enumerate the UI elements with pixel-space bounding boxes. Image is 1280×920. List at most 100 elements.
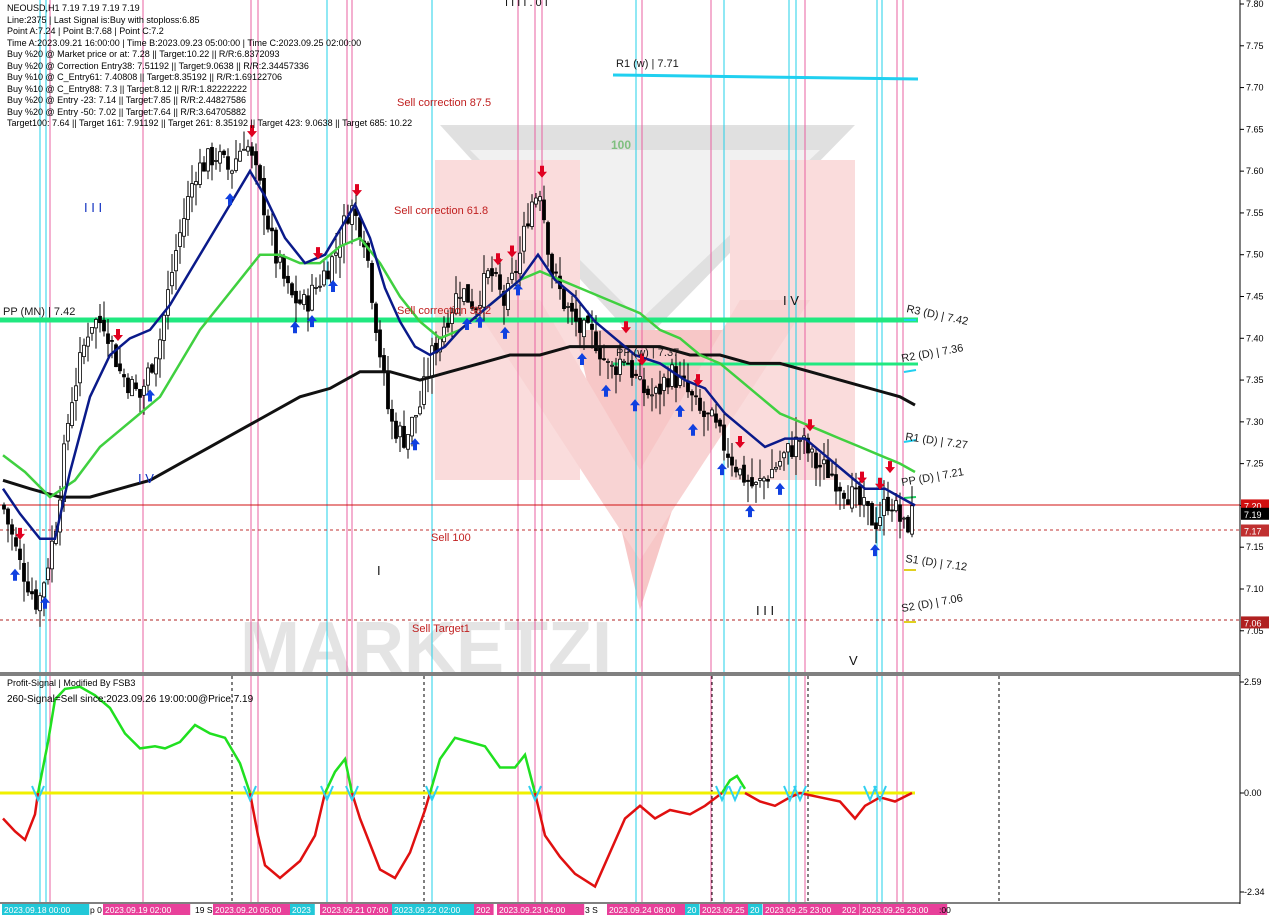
svg-text:2023.09.20 05:00: 2023.09.20 05:00 xyxy=(215,905,281,915)
price-tick: 7.80 xyxy=(1240,0,1264,9)
candle xyxy=(466,284,470,303)
svg-text:7.45: 7.45 xyxy=(1246,291,1264,301)
candle xyxy=(906,515,910,534)
time-axis-label: 19 S xyxy=(195,905,213,915)
time-axis-label: 202 xyxy=(474,904,494,915)
sell-100-label: Sell 100 xyxy=(431,532,471,544)
svg-text:7.80: 7.80 xyxy=(1246,0,1264,9)
time-axis-label: 2023.09.25 xyxy=(700,904,756,915)
time-axis-label: 3 S xyxy=(585,905,598,915)
price-tick: 7.35 xyxy=(1240,375,1264,385)
svg-text:2023.09.25: 2023.09.25 xyxy=(702,905,745,915)
wave-iv-label-right: I V xyxy=(783,293,799,308)
price-tick: 7.30 xyxy=(1240,417,1264,427)
price-axis[interactable]: 7.80 7.75 7.70 7.65 7.60 7.55 7.50 7.45 7.40 7.35… xyxy=(1240,0,1264,636)
indicator-tick: 0.00 xyxy=(1240,788,1262,798)
time-axis-label: 2023.09.18 00:00 xyxy=(2,904,90,915)
svg-text::00: :00 xyxy=(939,905,951,915)
info-line: Buy %20 @ Entry -23: 7.14 || Target:7.85… xyxy=(7,95,246,105)
pp-mn-label: PP (MN) | 7.42 xyxy=(3,306,75,318)
info-line: Buy %10 @ C_Entry61: 7.40808 || Target:8… xyxy=(7,72,283,82)
price-badge: 7.06 xyxy=(1241,616,1269,629)
time-axis-label: 2023.09.25 23:00 xyxy=(763,904,851,915)
indicator-title: Profit-Signal | Modified By FSB3 xyxy=(7,678,136,688)
svg-text:0.00: 0.00 xyxy=(1244,788,1262,798)
svg-text:20: 20 xyxy=(687,905,697,915)
time-axis-label: 20 xyxy=(685,904,700,915)
candle xyxy=(114,343,118,368)
svg-text:7.70: 7.70 xyxy=(1246,83,1264,93)
time-axis-label: 2023 xyxy=(290,904,315,915)
time-axis-label: :00 xyxy=(939,905,951,915)
info-line: Time A:2023.09.21 16:00:00 | Time B:2023… xyxy=(7,37,362,48)
svg-text:3 S: 3 S xyxy=(585,905,598,915)
svg-text:7.50: 7.50 xyxy=(1246,250,1264,260)
time-axis-label: 20 xyxy=(748,904,763,915)
oscillator-negative-line xyxy=(2,791,913,889)
info-line: Line:2375 | Last Signal is:Buy with stop… xyxy=(7,14,200,25)
svg-text:2023.09.21 07:00: 2023.09.21 07:00 xyxy=(322,905,388,915)
svg-text:7.06: 7.06 xyxy=(1244,618,1262,628)
svg-text:7.60: 7.60 xyxy=(1246,166,1264,176)
price-tick: 7.40 xyxy=(1240,333,1264,343)
wave-iv-label-left: I V xyxy=(138,471,154,486)
svg-text:2023.09.23 04:00: 2023.09.23 04:00 xyxy=(499,905,565,915)
sell-target1-label: Sell Target1 xyxy=(412,623,470,635)
svg-text:2.59: 2.59 xyxy=(1244,677,1262,687)
indicator-axis[interactable]: 2.59 0.00 -2.34 xyxy=(1240,677,1265,897)
time-axis-label: 2023.09.22 02:00 xyxy=(392,904,480,915)
price-tick: 7.55 xyxy=(1240,208,1264,218)
top-partial-label: I I I I . 0 I xyxy=(505,0,548,9)
chart-canvas[interactable]: MARKETZI PP (MN) | 7.42 R1 (w) | 7.71 PP… xyxy=(0,0,1280,920)
price-tick: 7.45 xyxy=(1240,291,1264,301)
candle xyxy=(562,287,566,312)
svg-text:19 S: 19 S xyxy=(195,905,213,915)
price-badges: 7.207.197.177.06 xyxy=(1241,499,1269,629)
price-badge: 7.19 xyxy=(1241,507,1269,520)
price-tick: 7.50 xyxy=(1240,250,1264,260)
price-tick: 7.25 xyxy=(1240,459,1264,469)
svg-text:7.15: 7.15 xyxy=(1246,542,1264,552)
svg-text:2023.09.24 08:00: 2023.09.24 08:00 xyxy=(609,905,675,915)
symbol-line: NEOUSD,H1 7.19 7.19 7.19 7.19 xyxy=(7,3,140,13)
svg-text:-2.34: -2.34 xyxy=(1244,887,1265,897)
svg-text:7.55: 7.55 xyxy=(1246,208,1264,218)
indicator-tick: 2.59 xyxy=(1240,677,1262,687)
indicator-tick: -2.34 xyxy=(1240,887,1265,897)
time-axis[interactable]: 2023.09.18 00:00 p 0 2023.09.19 02:00 19 S2… xyxy=(2,904,951,915)
svg-text:2023.09.22 02:00: 2023.09.22 02:00 xyxy=(394,905,460,915)
sell-correction-618-label: Sell correction 61.8 xyxy=(394,205,488,217)
info-line: Buy %10 @ C_Entry88: 7.3 || Target:8.12 … xyxy=(7,83,247,94)
svg-text:2023.09.18 00:00: 2023.09.18 00:00 xyxy=(4,905,70,915)
svg-text:2023.09.19 02:00: 2023.09.19 02:00 xyxy=(105,905,171,915)
wave-i-label: I xyxy=(377,563,381,578)
price-tick: 7.60 xyxy=(1240,166,1264,176)
svg-text:20: 20 xyxy=(750,905,760,915)
wave-iii-label: I I I xyxy=(84,200,102,215)
pp-w-label: PP (w) | 7.37 xyxy=(616,347,679,359)
time-axis-label: 2023.09.24 08:00 xyxy=(607,904,695,915)
signal-info-panel: NEOUSD,H1 7.19 7.19 7.19 7.19 Line:2375 … xyxy=(7,3,412,130)
time-axis-label: 2023.09.20 05:00 xyxy=(213,904,301,915)
candle xyxy=(870,501,874,526)
svg-text:7.65: 7.65 xyxy=(1246,124,1264,134)
svg-text:7.40: 7.40 xyxy=(1246,333,1264,343)
time-axis-label: 202 xyxy=(840,904,860,915)
svg-text:202: 202 xyxy=(842,905,856,915)
sell-correction-382-label: Sell correction 38.2 xyxy=(397,305,491,317)
svg-text:2023.09.25 23:00: 2023.09.25 23:00 xyxy=(765,905,831,915)
price-badge: 7.17 xyxy=(1241,524,1269,537)
svg-text:2023.09.26 23:00: 2023.09.26 23:00 xyxy=(862,905,928,915)
svg-text:7.35: 7.35 xyxy=(1246,375,1264,385)
time-axis-label: p 0 xyxy=(90,905,102,915)
svg-text:2023: 2023 xyxy=(292,905,311,915)
info-line: Buy %20 @ Entry -50: 7.02 || Target:7.64… xyxy=(7,106,246,117)
price-tick: 7.70 xyxy=(1240,83,1264,93)
indicator-signal-text: 260-Signal=Sell since:2023.09.26 19:00:0… xyxy=(7,694,254,705)
svg-text:7.19: 7.19 xyxy=(1244,510,1262,520)
time-axis-label: 2023.09.26 23:00 xyxy=(860,904,948,915)
candle xyxy=(370,260,374,310)
time-axis-label: 2023.09.19 02:00 xyxy=(103,904,191,915)
time-axis-label: 2023.09.23 04:00 xyxy=(497,904,585,915)
info-line: Target100: 7.64 || Target 161: 7.91192 |… xyxy=(7,118,413,128)
